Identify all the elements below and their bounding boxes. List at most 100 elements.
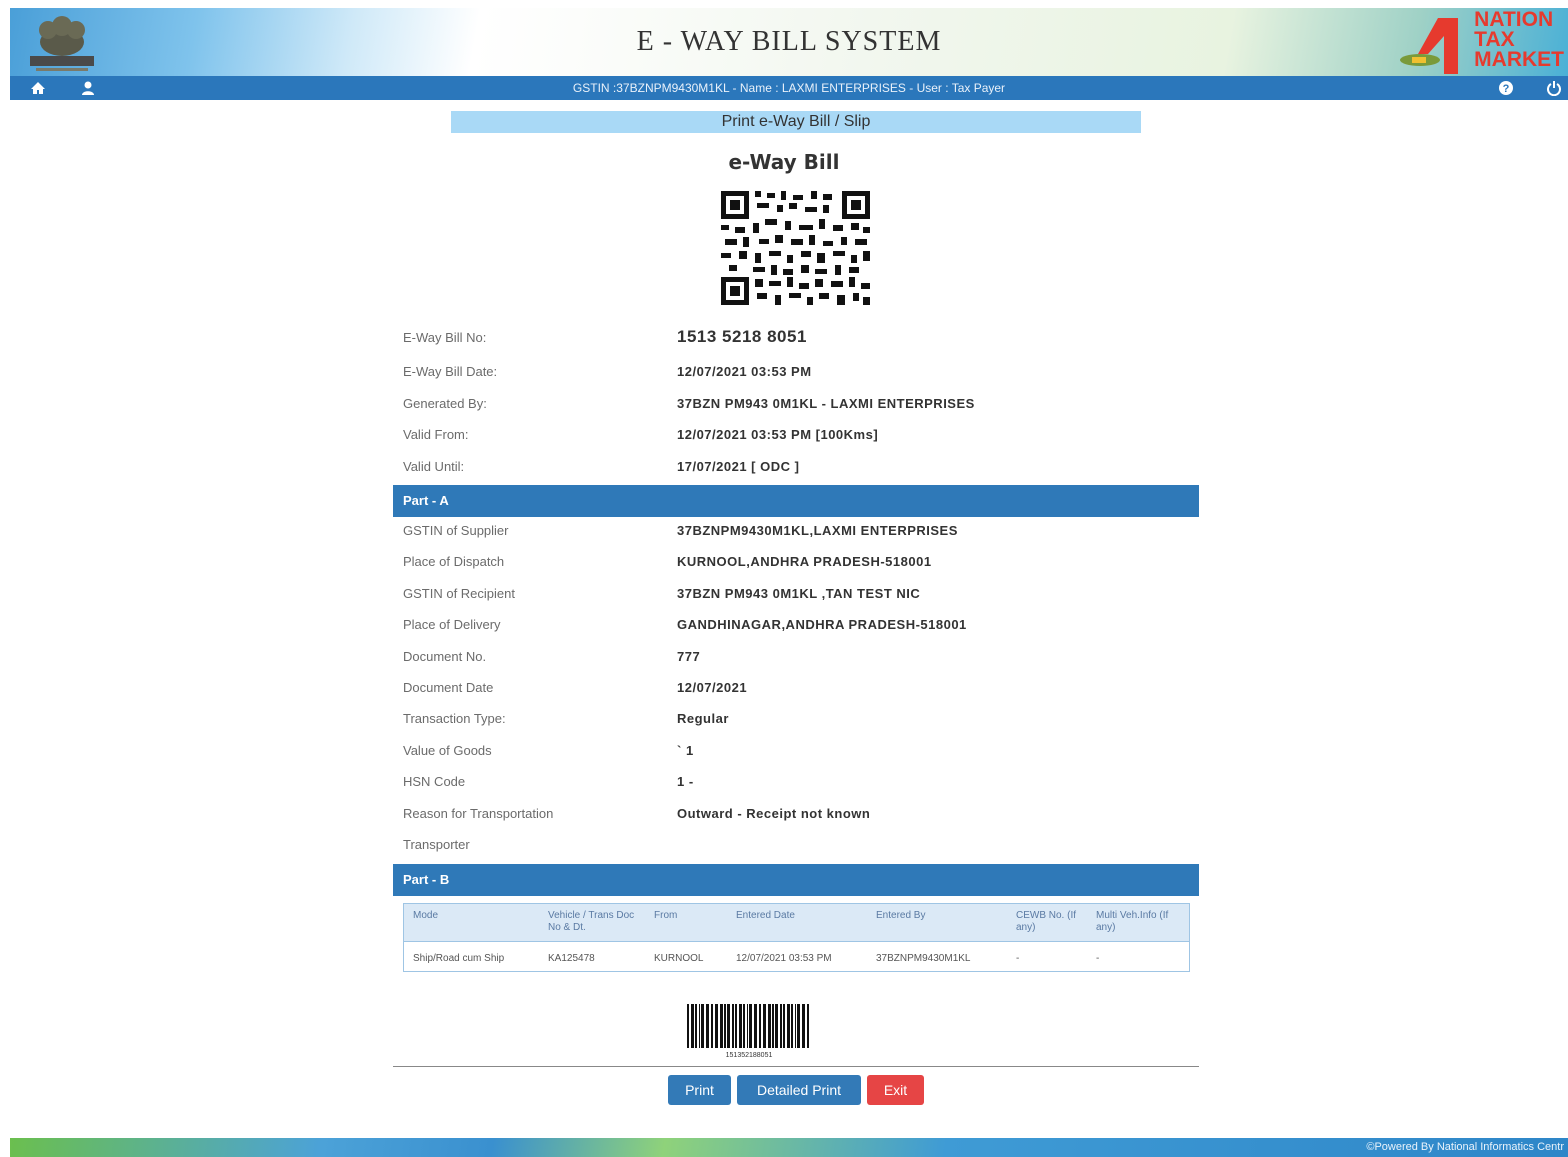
part-a-row: Place of Dispatch KURNOOL,ANDHRA PRADESH-… [393,548,1199,578]
td-cewb-no: - [1016,953,1020,964]
barcode-bar [759,1004,761,1048]
barcode-bar [687,1004,689,1048]
th-entered-by: Entered By [876,910,926,921]
barcode-bar [727,1004,730,1048]
help-icon[interactable]: ? [1498,80,1514,96]
th-from: From [654,910,678,921]
user-info-text: GSTIN :37BZNPM9430M1KL - Name : LAXMI EN… [572,81,1006,95]
barcode-bar [695,1004,697,1048]
part-a-label: Document No. [403,649,487,664]
th-entered-date: Entered Date [736,910,795,921]
part-a-row: Value of Goods ` 1 [393,737,1199,767]
td-multi-veh: - [1096,953,1100,964]
detailed-print-button[interactable]: Detailed Print [737,1075,861,1105]
brand-mark-icon [1400,18,1458,74]
barcode-number: 151352188051 [725,1052,773,1059]
brand-text: NATION TAX MARKET [1474,8,1564,70]
summary-value: 17/07/2021 [ ODC ] [677,459,800,474]
power-icon[interactable] [1546,80,1562,96]
summary-row: Generated By: 37BZN PM943 0M1KL - LAXMI E… [393,390,1199,420]
barcode-bar [724,1004,726,1048]
part-a-row: Document No. 777 [393,643,1199,673]
summary-value: 12/07/2021 03:53 PM [100Kms] [677,427,879,442]
td-vehicle: KA125478 [548,953,595,964]
barcode-bar [772,1004,774,1048]
barcode-bar [783,1004,785,1048]
divider [393,1066,1199,1067]
barcode-bar [802,1004,805,1048]
part-a-row: Reason for Transportation Outward - Recei… [393,800,1199,830]
barcode-bar [749,1004,752,1048]
barcode: 151352188051 [681,1002,817,1060]
th-mode: Mode [413,910,439,921]
part-b-table-header: Mode Vehicle / Trans Doc No & Dt. From E… [404,904,1189,942]
part-a-value: 777 [677,649,701,664]
summary-label: Valid Until: [403,459,465,474]
td-from: KURNOOL [654,953,704,964]
part-a-row: Transaction Type: Regular [393,705,1199,735]
exit-button[interactable]: Exit [867,1075,924,1105]
brand-line-2: TAX [1474,28,1515,51]
barcode-bar [701,1004,704,1048]
barcode-bar [699,1004,700,1048]
summary-label: Generated By: [403,396,487,411]
page: E - WAY BILL SYSTEM NATION TAX MARKET GS… [0,0,1568,1157]
part-a-label: Transaction Type: [403,711,506,726]
part-a-value: Outward - Receipt not known [677,806,871,821]
bill-title: e-Way Bill [728,150,840,174]
barcode-bars [687,1004,809,1048]
th-vehicle: Vehicle / Trans Doc No & Dt. [548,910,635,933]
part-a-label: Place of Delivery [403,617,501,632]
td-entered-by: 37BZNPM9430M1KL [876,953,971,964]
th-cewb-no: CEWB No. (If any) [1016,910,1077,933]
qr-code [719,189,872,307]
app-title: E - WAY BILL SYSTEM [636,26,942,57]
barcode-bar [715,1004,718,1048]
barcode-bar [807,1004,809,1048]
part-a-label: Reason for Transportation [403,806,554,821]
summary-label: Valid From: [403,427,469,442]
part-a-label: Place of Dispatch [403,554,505,569]
part-a-label: GSTIN of Recipient [403,586,515,601]
barcode-bar [763,1004,766,1048]
barcode-bar [768,1004,771,1048]
td-mode: Ship/Road cum Ship [413,953,505,964]
part-a-header: Part - A [393,485,1199,517]
barcode-bar [787,1004,790,1048]
summary-value: 37BZN PM943 0M1KL - LAXMI ENTERPRISES [677,396,975,411]
barcode-bar [706,1004,709,1048]
part-a-value: KURNOOL,ANDHRA PRADESH-518001 [677,554,932,569]
barcode-bar [711,1004,713,1048]
summary-value: 12/07/2021 03:53 PM [677,364,812,379]
summary-row: E-Way Bill No: 1513 5218 8051 [393,324,1199,354]
part-a-value: 37BZN PM943 0M1KL ,TAN TEST NIC [677,586,921,601]
barcode-bar [791,1004,793,1048]
print-button[interactable]: Print [668,1075,731,1105]
barcode-bar [797,1004,800,1048]
td-entered-date: 12/07/2021 03:53 PM [736,953,832,964]
barcode-bar [747,1004,748,1048]
part-b-header: Part - B [393,864,1199,896]
barcode-bar [735,1004,737,1048]
app-header: E - WAY BILL SYSTEM NATION TAX MARKET [10,8,1568,76]
part-a-row: Document Date 12/07/2021 [393,674,1199,704]
page-subtitle: Print e-Way Bill / Slip [451,111,1141,133]
part-a-label: GSTIN of Supplier [403,523,509,538]
part-a-row: GSTIN of Recipient 37BZN PM943 0M1KL ,TAN… [393,580,1199,610]
barcode-bar [775,1004,778,1048]
summary-label: E-Way Bill No: [403,330,487,345]
part-a-label: HSN Code [403,774,466,789]
summary-value: 1513 5218 8051 [677,327,807,346]
part-a-label: Value of Goods [403,743,492,758]
part-a-value: 37BZNPM9430M1KL,LAXMI ENTERPRISES [677,523,958,538]
part-a-label: Transporter [403,837,470,852]
part-a-value: GANDHINAGAR,ANDHRA PRADESH-518001 [677,617,967,632]
part-a-row: GSTIN of Supplier 37BZNPM9430M1KL,LAXMI E… [393,517,1199,547]
barcode-bar [720,1004,723,1048]
brand-line-1: NATION [1474,8,1554,31]
barcode-bar [732,1004,734,1048]
barcode-bar [780,1004,782,1048]
barcode-bar [739,1004,742,1048]
summary-row: E-Way Bill Date: 12/07/2021 03:53 PM [393,358,1199,388]
part-b-table: Mode Vehicle / Trans Doc No & Dt. From E… [403,903,1190,972]
